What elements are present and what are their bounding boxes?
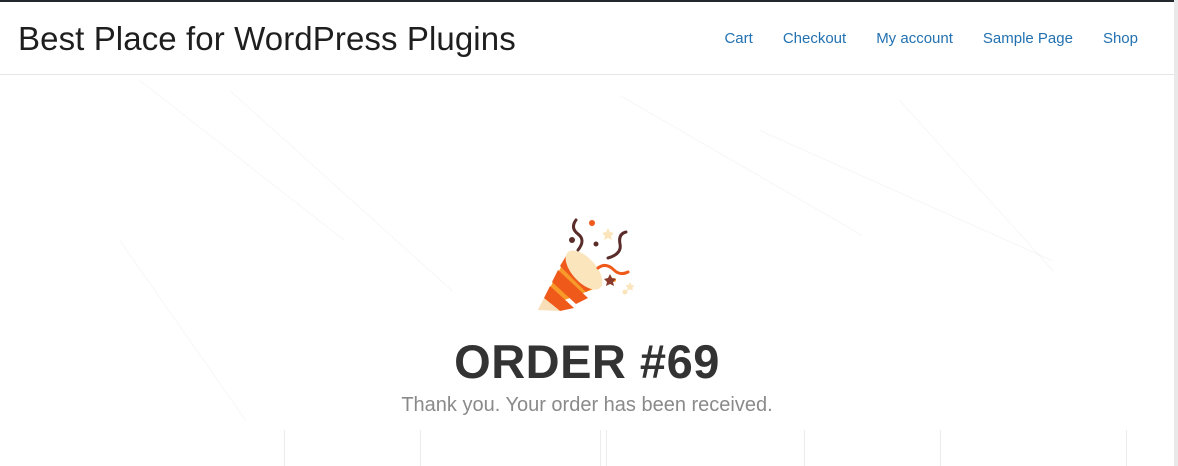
nav-item-checkout[interactable]: Checkout [783,30,846,47]
primary-nav: Cart Checkout My account Sample Page Sho… [724,30,1138,47]
order-received-page: Best Place for WordPress Plugins Cart Ch… [0,0,1178,466]
nav-item-shop[interactable]: Shop [1103,30,1138,47]
column-divider [606,430,607,466]
background-streak [760,130,1053,261]
background-streak [139,80,344,241]
column-divider [804,430,805,466]
column-divider [284,430,285,466]
page-edge-bar [1174,0,1178,466]
order-title: ORDER #69 [454,335,720,388]
nav-item-sample-page[interactable]: Sample Page [983,30,1073,47]
column-divider [420,430,421,466]
column-divider [600,430,601,466]
column-divider [940,430,941,466]
party-popper-icon [538,218,635,311]
nav-item-my-account[interactable]: My account [876,30,953,47]
background-streak [899,100,1054,272]
site-header: Best Place for WordPress Plugins Cart Ch… [0,2,1174,75]
background-streak [229,90,453,291]
background-streak [620,95,863,236]
site-title[interactable]: Best Place for WordPress Plugins [18,20,516,58]
column-divider [1126,430,1127,466]
order-confirmation-text: Thank you. Your order has been received. [401,394,773,416]
nav-item-cart[interactable]: Cart [724,30,752,47]
